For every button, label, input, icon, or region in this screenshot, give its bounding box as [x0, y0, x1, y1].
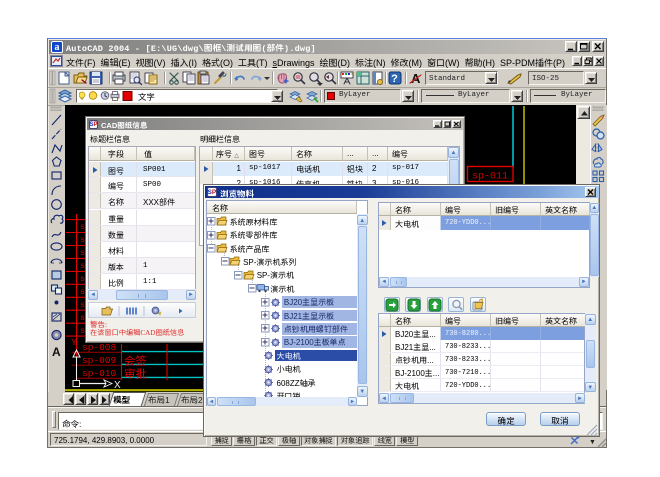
svg-text:?: ?	[391, 73, 398, 85]
svg-text:sp-008: sp-008	[82, 342, 117, 353]
svg-text:sp-011: sp-011	[472, 172, 508, 183]
svg-text:Y: Y	[71, 337, 77, 347]
svg-text:sp-009: sp-009	[82, 355, 117, 366]
svg-text:A: A	[52, 345, 61, 356]
svg-text:sp-010: sp-010	[82, 368, 117, 379]
svg-text:审批: 审批	[124, 366, 147, 382]
